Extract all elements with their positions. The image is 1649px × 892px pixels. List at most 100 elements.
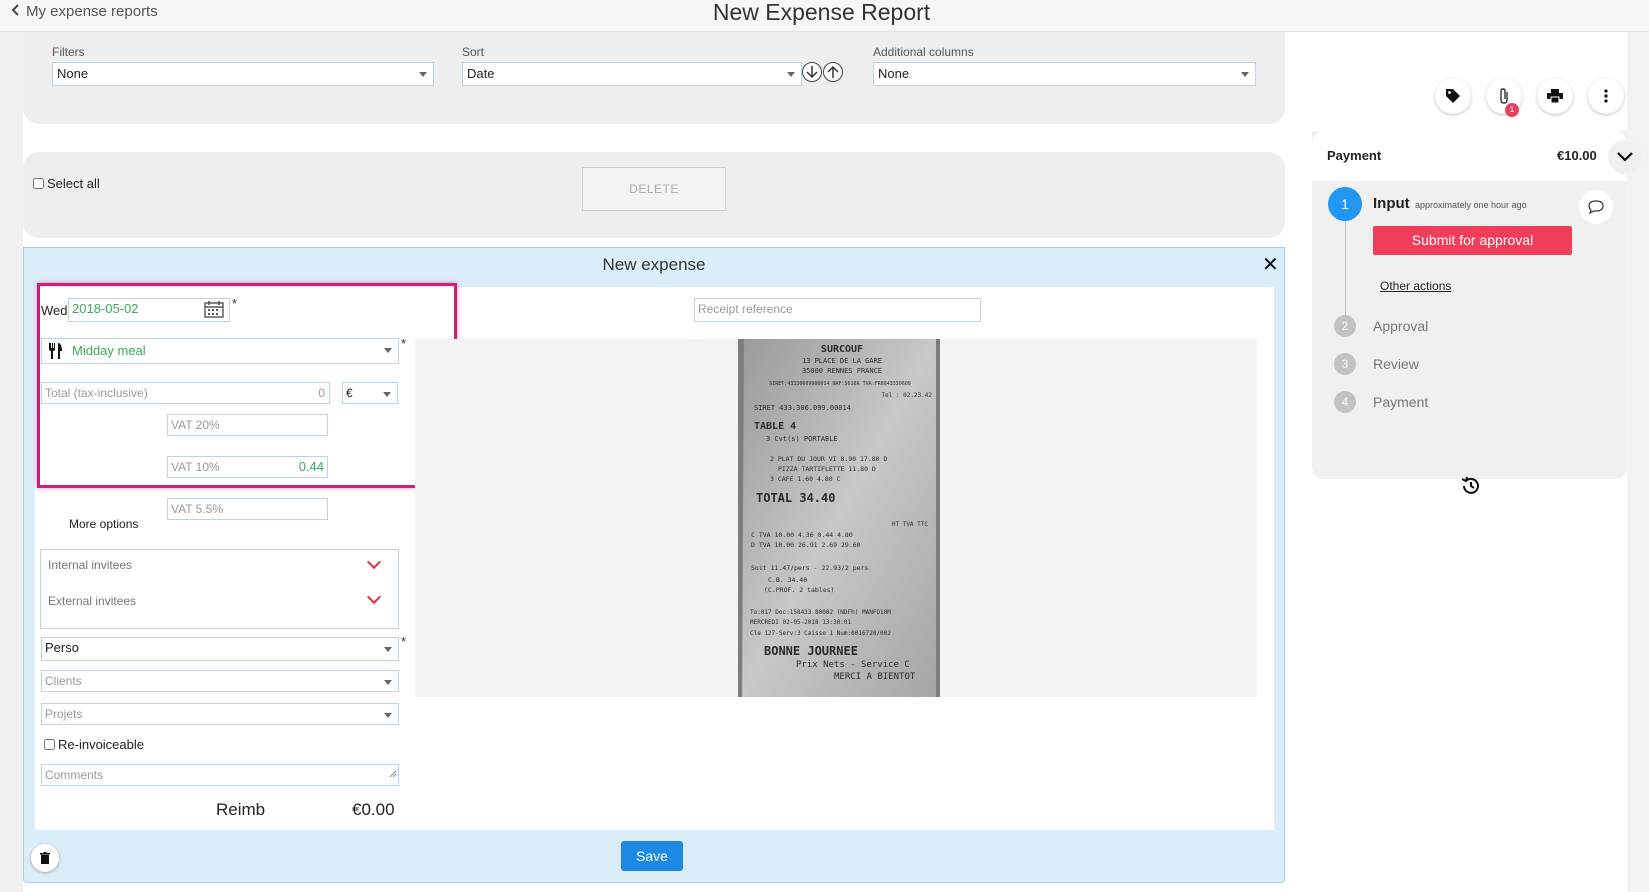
receipt-line: (C.PROF. 2 tables) bbox=[764, 586, 834, 594]
more-vertical-icon bbox=[1604, 89, 1608, 103]
account-select[interactable]: Perso bbox=[41, 637, 399, 661]
internal-invitees-label[interactable]: Internal invitees bbox=[48, 558, 132, 572]
receipt-line: 3 CAFE 1.60 4.80 C bbox=[770, 475, 841, 483]
reimb-label: Reimb bbox=[216, 800, 266, 819]
chat-bubble-icon bbox=[1588, 200, 1604, 214]
additional-columns-value: None bbox=[878, 66, 910, 81]
receipt-line: Prix Nets - Service C bbox=[796, 660, 910, 670]
printer-icon bbox=[1547, 89, 1563, 103]
step-3-indicator: 3 bbox=[1334, 353, 1356, 375]
receipt-line: SURCOUF bbox=[821, 344, 863, 355]
account-required-mark: * bbox=[401, 634, 407, 649]
receipt-line: MERCI A BIENTOT bbox=[834, 672, 916, 682]
filters-select[interactable]: None bbox=[52, 62, 434, 86]
highlight-annotation bbox=[37, 283, 457, 488]
print-button[interactable] bbox=[1537, 78, 1573, 114]
projects-select[interactable]: Projets bbox=[41, 703, 399, 725]
receipt-line: HT TVA TTC bbox=[892, 521, 929, 528]
page-title: New Expense Report bbox=[712, 0, 931, 25]
save-button[interactable]: Save bbox=[621, 841, 683, 871]
paperclip-icon bbox=[1500, 88, 1508, 104]
expand-workflow-button[interactable] bbox=[1608, 140, 1642, 174]
step-2-label: Approval bbox=[1373, 318, 1429, 334]
receipt-line: 35000 RENNES FRANCE bbox=[802, 367, 882, 375]
receipt-line: TOTAL 34.40 bbox=[756, 491, 835, 505]
receipt-image[interactable]: SURCOUF 13 PLACE DE LA GARE 35000 RENNES F… bbox=[738, 339, 940, 697]
resize-handle-icon[interactable] bbox=[389, 764, 397, 784]
receipt-line: To:017 Doc:158433 80002 (NDFh) MANFO10M bbox=[750, 609, 891, 616]
submit-for-approval-button[interactable]: Submit for approval bbox=[1373, 226, 1572, 255]
close-icon[interactable]: ✕ bbox=[1262, 255, 1279, 275]
receipt-line: BONNE JOURNEE bbox=[764, 644, 858, 658]
delete-button[interactable]: DELETE bbox=[582, 167, 726, 211]
step-2-indicator: 2 bbox=[1334, 315, 1356, 337]
caret-down-icon bbox=[1241, 72, 1249, 77]
chevron-down-icon bbox=[1617, 152, 1633, 162]
vat-5-5-placeholder: VAT 5.5% bbox=[171, 502, 224, 516]
receipt-line: PIZZA TARTIFLETTE 11.80 D bbox=[778, 465, 876, 473]
receipt-line: D TVA 10.00 26.91 2.69 29.60 bbox=[751, 541, 861, 549]
external-invitees-label[interactable]: External invitees bbox=[48, 594, 136, 608]
reinvoiceable[interactable]: Re-invoiceable bbox=[44, 737, 144, 752]
receipt-line: C TVA 10.00 4.36 0.44 4.80 bbox=[751, 531, 853, 539]
select-all-label: Select all bbox=[47, 176, 100, 191]
workflow-step-line bbox=[1345, 219, 1346, 315]
step-4-label: Payment bbox=[1373, 394, 1429, 410]
tag-button[interactable] bbox=[1435, 78, 1471, 114]
step-4-indicator: 4 bbox=[1334, 391, 1356, 413]
arrow-down-icon bbox=[806, 66, 818, 79]
tag-icon bbox=[1446, 89, 1460, 103]
sort-label: Sort bbox=[462, 45, 485, 59]
attachment-count-badge: 1 bbox=[1505, 103, 1519, 117]
receipt-line: 13 PLACE DE LA GARE bbox=[802, 357, 882, 365]
account-value: Perso bbox=[45, 640, 79, 655]
more-menu-button[interactable] bbox=[1588, 78, 1624, 114]
modal-title: New expense bbox=[602, 255, 706, 274]
receipt-line: 2 PLAT DU JOUR VI 8.90 17.80 D bbox=[770, 455, 887, 463]
other-actions-link[interactable]: Other actions bbox=[1380, 279, 1451, 293]
caret-down-icon bbox=[787, 72, 795, 77]
step-1-indicator: 1 bbox=[1328, 187, 1362, 221]
sort-descending-button[interactable] bbox=[802, 62, 822, 82]
caret-down-icon bbox=[384, 647, 392, 652]
receipt-line: TABLE 4 bbox=[754, 421, 796, 432]
select-all-checkbox[interactable] bbox=[33, 178, 44, 189]
comments-placeholder: Comments bbox=[45, 768, 104, 782]
receipt-line: Tel : 02.23.42 bbox=[881, 392, 932, 399]
workflow-amount: €10.00 bbox=[1557, 148, 1597, 163]
delete-expense-button[interactable] bbox=[31, 844, 59, 872]
receipt-line: 3 Cvt(s) PORTABLE bbox=[766, 435, 838, 443]
sort-select[interactable]: Date bbox=[462, 62, 802, 86]
trash-icon bbox=[40, 852, 50, 864]
sort-value: Date bbox=[467, 66, 495, 81]
vat-5-5-input[interactable]: VAT 5.5% bbox=[167, 498, 328, 520]
caret-down-icon bbox=[384, 713, 392, 718]
sort-ascending-button[interactable] bbox=[823, 62, 843, 82]
comment-button[interactable] bbox=[1579, 190, 1613, 224]
more-options-link[interactable]: More options bbox=[69, 517, 138, 531]
step-3-label: Review bbox=[1373, 356, 1419, 372]
step-1-time: approximately one hour ago bbox=[1415, 200, 1527, 210]
reinvoiceable-checkbox[interactable] bbox=[44, 739, 55, 750]
reimb-value: €0.00 bbox=[352, 800, 395, 819]
receipt-line: Cle 127-Serv:3 Caisse 1 Num:0016720/002 bbox=[750, 630, 891, 637]
left-strip bbox=[0, 32, 23, 892]
caret-down-icon bbox=[384, 680, 392, 685]
history-icon[interactable] bbox=[1460, 475, 1482, 502]
clients-select[interactable]: Clients bbox=[41, 670, 399, 692]
additional-columns-select[interactable]: None bbox=[873, 62, 1256, 86]
filters-label: Filters bbox=[52, 45, 85, 59]
receipt-line: MERCREDI 02-05-2018 13:30:01 bbox=[750, 619, 852, 626]
projects-placeholder: Projets bbox=[45, 707, 83, 721]
step-1-label: Input bbox=[1373, 195, 1410, 212]
workflow-panel bbox=[1312, 131, 1627, 479]
receipt-reference-input[interactable]: Receipt reference bbox=[694, 298, 981, 322]
workflow-title: Payment bbox=[1327, 148, 1382, 163]
comments-textarea[interactable]: Comments bbox=[41, 764, 399, 786]
receipt-line: SIRET:43330609900014 NAF:5610A TVA:FR664… bbox=[769, 381, 910, 387]
reinvoiceable-label: Re-invoiceable bbox=[58, 737, 144, 752]
select-all[interactable]: Select all bbox=[33, 176, 100, 191]
receipt-line: Soit 11.47/pers - 22.93/2 pers bbox=[751, 564, 868, 572]
caret-down-icon bbox=[419, 72, 427, 77]
clients-placeholder: Clients bbox=[45, 674, 82, 688]
